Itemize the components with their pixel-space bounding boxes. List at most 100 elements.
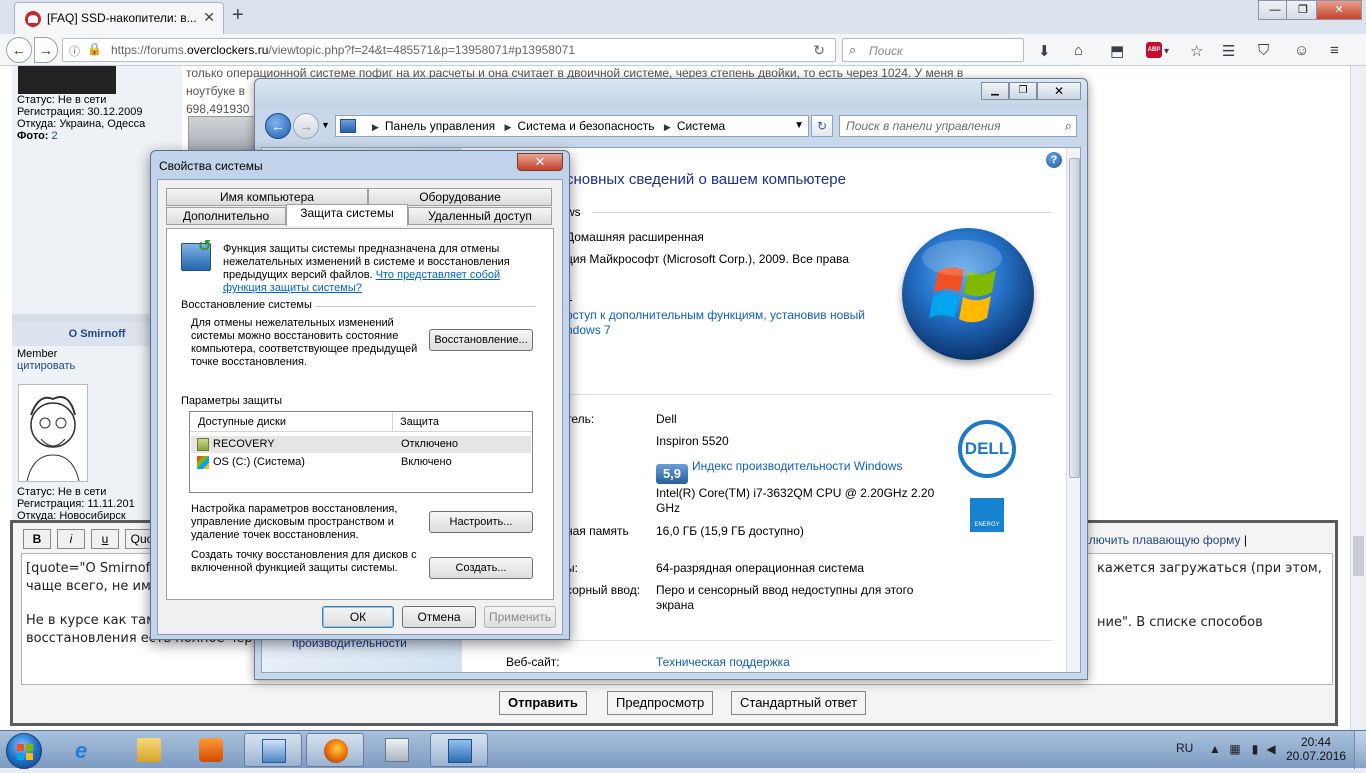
volume-icon[interactable]: ◀ (1264, 742, 1278, 756)
tab-advanced[interactable]: Дополнительно (166, 207, 286, 225)
clock-time: 20:44 (1300, 735, 1332, 749)
support-link[interactable]: Техническая поддержка (656, 655, 790, 669)
clock[interactable]: 20:44 20.07.2016 (1286, 735, 1346, 763)
forward-button[interactable]: → (34, 37, 58, 63)
recent-pages-icon[interactable]: ▼ (321, 120, 330, 130)
home-icon[interactable]: ⌂ (1074, 42, 1083, 59)
preview-button[interactable]: Предпросмотр (607, 691, 714, 715)
adblock-icon[interactable]: ABP (1146, 42, 1162, 58)
breadcrumb-item[interactable]: Система и безопасность (517, 119, 654, 133)
tab-system-protection[interactable]: Защита системы (286, 204, 408, 226)
bookmark-star-icon[interactable]: ☆ (1190, 42, 1203, 60)
drive-row[interactable]: OS (C:) (Система) Включено (191, 454, 531, 471)
url-bar[interactable]: ⓘ 🔒 https://forums.overclockers.ru/viewt… (62, 38, 836, 62)
drive-row[interactable]: RECOVERY Отключено (191, 436, 531, 453)
system-close-button[interactable]: ✕ (1037, 82, 1081, 100)
cancel-button[interactable]: Отмена (402, 606, 476, 628)
help-link-2[interactable]: функция защиты системы? (223, 282, 510, 295)
show-desktop-button[interactable] (1354, 731, 1366, 769)
control-panel-search[interactable]: Поиск в панели управления ⌕ (839, 115, 1077, 137)
page-scrollbar-thumb[interactable] (1353, 536, 1364, 576)
floating-form-toggle[interactable]: ключить плавающую форму | (1083, 533, 1247, 547)
menu-icon[interactable]: ≡ (1330, 42, 1339, 59)
divider (592, 212, 1052, 213)
power-icon[interactable]: ▮ (1248, 742, 1262, 756)
breadcrumb-item[interactable]: Система (677, 119, 725, 133)
taskbar-system-properties[interactable] (430, 733, 488, 767)
pen-touch: Перо и сенсорный ввод недоступны для это… (656, 583, 914, 597)
emoji-icon[interactable]: ☺ (1294, 42, 1309, 59)
col-drives[interactable]: Доступные диски (198, 416, 286, 428)
browser-search-box[interactable]: ⌕ Поиск (842, 38, 1024, 62)
wei-link[interactable]: Индекс производительности Windows (692, 459, 902, 473)
configure-button[interactable]: Настроить... (429, 511, 533, 533)
tab-close-icon[interactable]: ✕ (203, 9, 215, 26)
upgrade-link[interactable]: оступ к дополнительным функциям, установ… (566, 308, 865, 322)
system-maximize-button[interactable]: ❐ (1009, 82, 1037, 100)
bookmarks-list-icon[interactable]: ☰ (1222, 42, 1235, 60)
system-scrollbar-thumb[interactable] (1069, 158, 1080, 478)
restore-button[interactable]: Восстановление... (429, 329, 533, 351)
tray-expand-icon[interactable]: ▲ (1208, 742, 1222, 756)
standard-reply-button[interactable]: Стандартный ответ (731, 691, 867, 715)
col-protection[interactable]: Защита (400, 416, 439, 428)
configure-text: Настройка параметров восстановления, упр… (191, 503, 398, 541)
pocket-icon[interactable]: ⛉ (1258, 42, 1269, 59)
system-minimize-button[interactable]: ▁ (981, 82, 1009, 100)
wei-score-badge[interactable]: 5,9 (656, 464, 688, 484)
start-button[interactable] (6, 733, 42, 769)
page-scrollbar[interactable] (1350, 66, 1366, 730)
taskbar-calculator[interactable] (368, 733, 426, 767)
explorer-back-button[interactable]: ← (265, 113, 291, 139)
breadcrumb-item[interactable]: Панель управления (385, 119, 495, 133)
taskbar-control-panel[interactable] (244, 733, 302, 767)
system-properties-dialog: Свойства системы ✕ Имя компьютера Оборуд… (150, 150, 570, 640)
warning-lock-icon[interactable]: 🔒 (87, 42, 102, 56)
tab-remote[interactable]: Удаленный доступ (408, 207, 552, 225)
new-tab-button[interactable]: + (232, 4, 244, 27)
save-page-icon[interactable]: ⬒ (1110, 42, 1124, 60)
system-protection-icon (181, 236, 211, 271)
breadcrumb-dropdown-icon[interactable]: ▼ (794, 116, 804, 136)
calculator-icon (385, 738, 409, 762)
ok-button[interactable]: ОК (322, 606, 394, 628)
adblock-menu-icon[interactable]: ▾ (1164, 46, 1169, 57)
underline-button[interactable]: u (91, 529, 119, 549)
reload-icon[interactable]: ↻ (813, 42, 825, 59)
system-window-titlebar (255, 79, 1087, 107)
post-image-thumbnail[interactable] (188, 116, 258, 154)
breadcrumb[interactable]: ▶ Панель управления ▶ Система и безопаснос… (335, 115, 809, 137)
dialog-body: Имя компьютера Оборудование Дополнительн… (157, 179, 563, 635)
bold-button[interactable]: B (23, 529, 51, 549)
dell-logo: DELL (958, 420, 1016, 478)
browser-close-button[interactable]: ✕ (1316, 0, 1362, 20)
taskbar-ie[interactable]: e (58, 733, 116, 767)
user2-avatar (18, 384, 88, 482)
upgrade-link-2[interactable]: ndows 7 (566, 323, 611, 337)
help-link[interactable]: Что представляет собой (376, 269, 500, 281)
taskbar-explorer[interactable] (120, 733, 178, 767)
download-icon[interactable]: ⬇ (1038, 42, 1051, 60)
taskbar-media-player[interactable] (182, 733, 240, 767)
create-button[interactable]: Создать... (429, 557, 533, 579)
italic-button[interactable]: i (57, 529, 85, 549)
browser-maximize-button[interactable]: ❐ (1286, 0, 1320, 20)
browser-tab[interactable]: [FAQ] SSD-накопители: в... ✕ (14, 2, 224, 34)
apply-button[interactable]: Применить (484, 606, 556, 628)
language-indicator[interactable]: RU (1176, 741, 1193, 755)
explorer-forward-button[interactable]: → (293, 113, 319, 139)
help-icon[interactable]: ? (1046, 152, 1062, 168)
refresh-icon[interactable]: ↻ (811, 115, 833, 137)
user2-info: Member цитировать (17, 348, 75, 372)
cpu: Intel(R) Core(TM) i7-3632QM CPU @ 2.20GH… (656, 486, 935, 500)
quote-link[interactable]: цитировать (17, 360, 75, 372)
system-scrollbar[interactable] (1066, 148, 1080, 672)
send-button[interactable]: Отправить (499, 691, 587, 715)
copyright: ция Майкрософт (Microsoft Corp.), 2009. … (566, 252, 849, 266)
taskbar-firefox[interactable] (306, 733, 364, 767)
network-icon[interactable]: ▦ (1228, 742, 1242, 756)
info-icon[interactable]: ⓘ (69, 43, 80, 59)
dialog-close-button[interactable]: ✕ (517, 153, 563, 171)
back-button[interactable]: ← (6, 37, 32, 63)
site-favicon-icon (25, 11, 41, 27)
